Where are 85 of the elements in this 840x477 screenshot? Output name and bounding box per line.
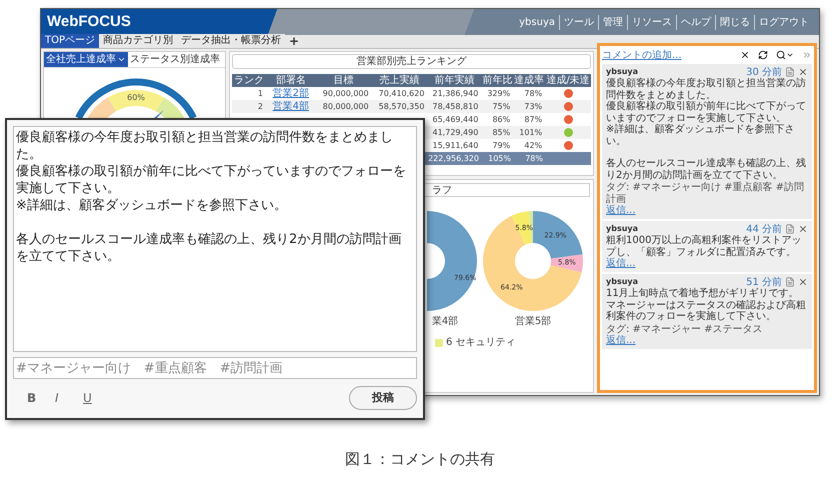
department-link[interactable]: 営業2部: [266, 88, 316, 100]
table-cell-text: 42%: [523, 140, 544, 150]
gauge-label: 60%: [127, 93, 145, 102]
comment-tags: タグ: #マネージャー向け #重点顧客 #訪問計画: [606, 182, 808, 205]
reply-link[interactable]: 返信...: [606, 258, 636, 270]
comment-time: 30 分前: [746, 66, 782, 78]
column-header: 達成率: [513, 74, 546, 87]
panel-title: 営業部別売上ランキング: [232, 54, 591, 69]
comment-input[interactable]: 優良顧客様の今年度お取引額と担当営業の訪問件数をまとめました。 優良顧客様の取引額が前年に比べて下がっていますのでフォローを実施して下さい。 ※詳細は、顧客ダッシュボードを参照下さい。 各人のセールスコール達成率も確認の上、残り2か月間の訪問計画を立てて下さい。: [13, 126, 417, 352]
comment-text: マネージャーはステータスの確認および高粗利案件のフォローを実施して下さい。: [606, 300, 807, 322]
close-icon[interactable]: [740, 50, 750, 60]
chart-caption: 業4部: [430, 314, 458, 329]
format-button[interactable]: I: [55, 389, 83, 407]
add-comment-link[interactable]: コメントの追加...: [602, 48, 732, 62]
figure-caption: 図１：コメントの共有: [345, 449, 495, 470]
close-icon[interactable]: [798, 224, 808, 234]
tags-input[interactable]: #マネージャー向け #重点顧客 #訪問計画: [13, 357, 417, 379]
add-tab-button[interactable]: +: [285, 34, 304, 48]
header-link[interactable]: ログアウト: [754, 14, 813, 30]
comment-author: ybsuya: [606, 276, 640, 288]
reply-link[interactable]: 返信...: [606, 205, 636, 217]
refresh-icon[interactable]: [758, 50, 768, 60]
total-cell-text: 78%: [524, 154, 544, 164]
table-cell-text: 87%: [523, 114, 544, 124]
comment-text: 粗利1000万以上の高粗利案件をリストアップし、「顧客」フォルダに配置済みです。: [606, 235, 802, 258]
reply-link[interactable]: 返信...: [606, 335, 636, 347]
tab[interactable]: TOPページ: [41, 34, 100, 48]
post-button[interactable]: 投稿: [349, 386, 417, 410]
format-button[interactable]: U: [83, 389, 111, 407]
comment-text: 11月上旬時点で着地予想がギリギリです。: [606, 288, 800, 300]
comment-text: ※詳細は、顧客ダッシュボードを参照下さい。: [606, 124, 796, 147]
header-link[interactable]: リソース: [627, 14, 676, 30]
close-icon[interactable]: [798, 67, 808, 77]
table-cell-text: 75%: [491, 102, 512, 112]
logo: WebFOCUS: [46, 12, 132, 32]
table-cell-text: 85%: [491, 128, 512, 138]
table-cell-text: 65,469,440: [432, 114, 480, 124]
header-link[interactable]: ybsuya: [515, 14, 559, 30]
caret-icon: [117, 55, 126, 64]
comment-time: 51 分前: [746, 276, 782, 288]
table-cell-text: 1: [256, 88, 264, 98]
table-cell-text: 329%: [486, 88, 512, 98]
table-cell-text: 2: [256, 102, 264, 112]
comment-text: 各人のセールスコール達成率も確認の上、残り2か月間の訪問計画を立てて下さい。: [606, 158, 807, 181]
header-link[interactable]: 管理: [598, 14, 627, 30]
close-icon[interactable]: [798, 277, 808, 287]
column-header: 目標: [332, 74, 355, 87]
comment-text: 優良顧客様の今年度お取引額と担当営業の訪問件数をまとめました。: [606, 78, 807, 100]
comment-text: 優良顧客様の取引額が前年に比べて下がっていますのでフォローを実施して下さい。: [606, 101, 807, 124]
table-cell-text: 41,729,490: [432, 128, 480, 138]
column-header: ランク: [232, 74, 265, 87]
comment-author: ybsuya: [606, 223, 640, 234]
table-cell-text: 90,000,000: [322, 88, 370, 98]
table-cell-text: 15,911,640: [432, 140, 480, 150]
table-cell-text: 58,570,350: [378, 102, 426, 112]
search-icon[interactable]: [776, 50, 794, 60]
header-link[interactable]: ツール: [559, 14, 598, 30]
table-cell-text: 73%: [523, 102, 544, 112]
chart-caption: 営業5部: [514, 314, 552, 329]
column-header: 部署名: [274, 74, 307, 87]
comment-author: ybsuya: [606, 66, 640, 78]
total-cell-text: 105%: [487, 154, 512, 164]
header-link[interactable]: 閉じる: [715, 14, 754, 30]
table-cell-text: 21,386,940: [431, 88, 480, 98]
panel-title: ラフ: [432, 184, 452, 196]
table-cell-text: 70,410,620: [378, 88, 426, 98]
column-header: 売上実績: [378, 74, 421, 87]
table-cell-text: 80,000,000: [322, 102, 370, 112]
table-cell-text: 78,458,810: [431, 102, 480, 112]
comment-time: 44 分前: [746, 224, 782, 234]
column-header: 達成/未達: [545, 74, 591, 87]
table-cell-text: 86%: [491, 114, 512, 124]
comment-tags: タグ: #マネージャー #ステータス: [606, 324, 808, 335]
collapse-icon[interactable]: [802, 50, 812, 60]
table-cell-text: 78%: [523, 88, 544, 98]
dropdown-tab[interactable]: 全社売上達成率: [44, 52, 128, 67]
table-cell-text: 79%: [491, 140, 512, 150]
column-header: 前年実績: [433, 74, 476, 87]
column-header: 前年比: [481, 74, 514, 87]
table-cell-text: 101%: [518, 128, 544, 138]
header-link[interactable]: ヘルプ: [676, 14, 715, 30]
legend-label: 6 セキュリティ: [446, 336, 516, 350]
department-link[interactable]: 営業4部: [266, 100, 316, 112]
format-button[interactable]: B: [27, 389, 55, 407]
total-cell-text: 222,956,320: [428, 154, 480, 164]
